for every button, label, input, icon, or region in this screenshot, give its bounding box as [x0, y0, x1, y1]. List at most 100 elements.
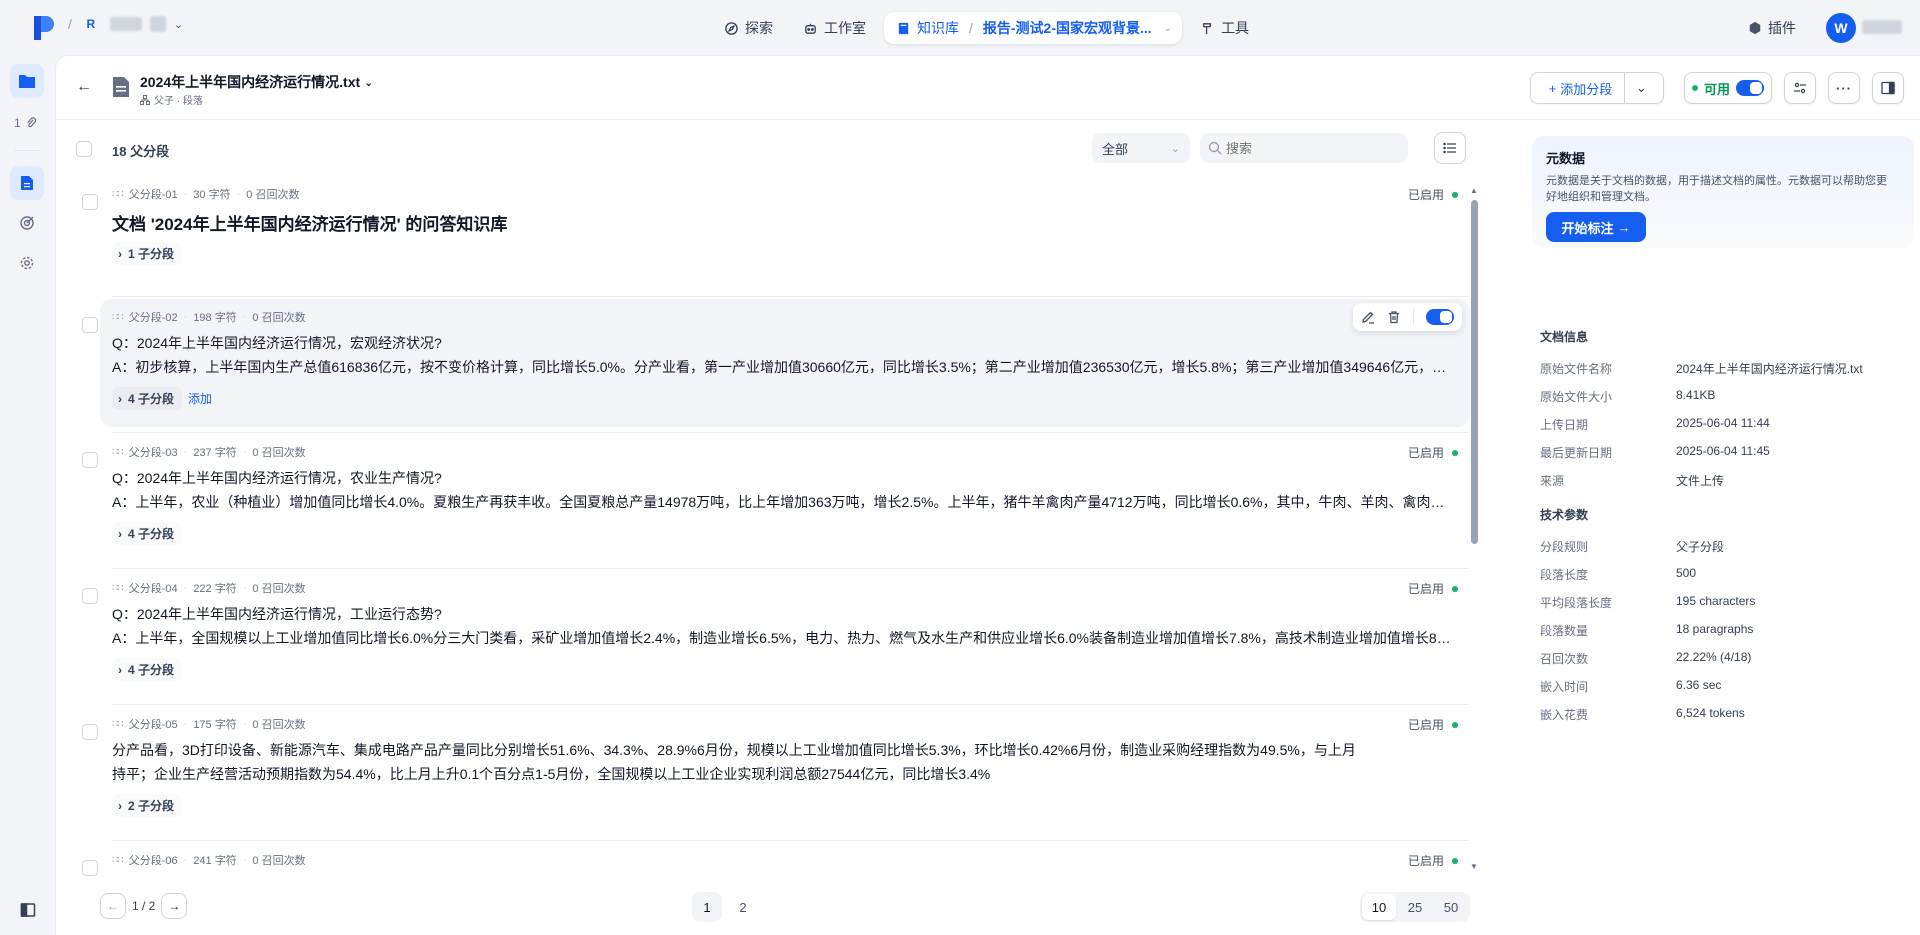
trash-icon[interactable]: [1387, 310, 1401, 324]
current-dataset[interactable]: 报告-测试2-国家宏观背景...: [983, 18, 1152, 38]
settings-button[interactable]: [1784, 72, 1816, 104]
edit-icon[interactable]: [1361, 310, 1375, 324]
avatar[interactable]: W: [1826, 13, 1856, 43]
page-size-25[interactable]: 25: [1398, 894, 1432, 920]
chevron-down-icon[interactable]: ⌄: [1164, 23, 1172, 34]
grip-icon: ∷∷: [112, 446, 124, 458]
segment-content: 持平；企业生产经营活动预期指数为54.4%，比上月上升0.1个百分点1-5月份，…: [112, 766, 991, 782]
rail-folder-button[interactable]: [10, 64, 44, 98]
tech-param-row: 段落数量 18 paragraphs: [1540, 622, 1754, 638]
segment-meta: ∷∷ 父分段-04 · 222 字符 · 0 召回次数: [112, 582, 306, 595]
chevron-down-icon: ⌄: [1170, 142, 1180, 155]
rail-divider: [14, 150, 40, 151]
segment-checkbox[interactable]: [82, 588, 98, 604]
select-all-checkbox[interactable]: [76, 141, 92, 157]
workspace-name-redacted: [109, 17, 142, 31]
list-item[interactable]: ∷∷ 父分段-05 · 175 字符 · 0 召回次数 已启用 分产品看，3D打印设…: [82, 706, 1470, 836]
scrollbar[interactable]: ▲ ▼: [1470, 186, 1478, 876]
page-1[interactable]: 1: [692, 892, 722, 922]
rail-documents-button[interactable]: [10, 166, 44, 200]
document-header: ← 2024年上半年国内经济运行情况.txt ⌄ 父子 · 段落 + 添加分段 ⌄…: [56, 56, 1920, 120]
status-filter-select[interactable]: 全部 ⌄: [1092, 133, 1190, 163]
rail-settings-button[interactable]: [10, 246, 44, 280]
grip-icon: ∷∷: [112, 188, 124, 200]
grip-icon: ∷∷: [112, 854, 124, 866]
scroll-up-icon[interactable]: ▲: [1470, 186, 1478, 195]
document-title[interactable]: 2024年上半年国内经济运行情况.txt ⌄: [140, 72, 373, 92]
back-arrow-icon[interactable]: ←: [76, 78, 92, 96]
segment-checkbox[interactable]: [82, 194, 98, 210]
compass-icon: [725, 21, 738, 35]
page-2[interactable]: 2: [728, 892, 758, 922]
tech-param-row: 嵌入花费 6,524 tokens: [1540, 706, 1745, 722]
doc-info-row: 原始文件大小 8.41KB: [1540, 388, 1716, 404]
status-badge: 已启用: [1408, 444, 1458, 461]
more-dots-icon: ···: [1836, 80, 1852, 96]
next-page-button[interactable]: →: [161, 893, 188, 919]
robot-icon: [805, 23, 816, 34]
gear-icon: [20, 256, 34, 270]
segment-list: ∷∷ 父分段-01 · 30 字符 · 0 召回次数 已启用 文档 '2024年上半…: [56, 176, 1480, 886]
segment-list-header: 18 父分段 全部 ⌄: [56, 120, 1480, 176]
start-labeling-button[interactable]: 开始标注 →: [1546, 212, 1646, 242]
chevron-right-icon: ›: [118, 662, 122, 677]
nav-tools[interactable]: 工具: [1188, 12, 1261, 44]
enable-switch[interactable]: [1736, 80, 1764, 96]
scroll-down-icon[interactable]: ▼: [1470, 862, 1478, 871]
plus-icon: +: [1548, 80, 1557, 96]
chevron-down-icon[interactable]: ⌄: [1625, 80, 1657, 96]
segment-enable-switch[interactable]: [1426, 309, 1454, 325]
prev-page-button[interactable]: ←: [100, 893, 126, 919]
plugin-button[interactable]: 插件: [1748, 18, 1796, 38]
list-item[interactable]: ∷∷ 父分段-02 · 198 字符 · 0 召回次数 Q：2024年上半年国内经济…: [82, 299, 1470, 427]
list-item[interactable]: ∷∷ 父分段-03 · 237 字符 · 0 召回次数 已启用 Q：2024年上半年…: [82, 434, 1470, 564]
segment-checkbox[interactable]: [82, 317, 98, 333]
page-size-10[interactable]: 10: [1362, 894, 1396, 920]
segment-question: Q：2024年上半年国内经济运行情况，农业生产情况?: [112, 470, 442, 486]
nav-studio[interactable]: 工作室: [791, 12, 878, 44]
child-segments-toggle[interactable]: › 2 子分段: [112, 794, 183, 817]
nav-explore[interactable]: 探索: [712, 12, 785, 44]
more-button[interactable]: ···: [1828, 72, 1860, 104]
toggle-panel-button[interactable]: [1872, 72, 1904, 104]
workspace-switcher[interactable]: / R ⌄: [68, 16, 183, 32]
segment-count: 18 父分段: [112, 144, 170, 159]
list-item[interactable]: ∷∷ 父分段-06 · 241 字符 · 0 召回次数 已启用: [82, 842, 1470, 886]
page-indicator[interactable]: 1 / 2: [132, 899, 155, 913]
attachment-count[interactable]: 1: [14, 116, 37, 130]
search-box[interactable]: [1200, 133, 1408, 163]
toggle-sidebar-icon[interactable]: [20, 902, 36, 918]
status-badge: 已启用: [1408, 186, 1458, 203]
nav-knowledge[interactable]: 知识库 / 报告-测试2-国家宏观背景... ⌄: [884, 12, 1183, 44]
top-bar: / R ⌄ 探索 工作室 知识库 / 报告-测试2-国家宏观背景... ⌄ 工具…: [0, 0, 1920, 56]
tech-param-row: 段落长度 500: [1540, 566, 1697, 582]
scroll-thumb[interactable]: [1471, 200, 1478, 544]
add-child-segment-link[interactable]: 添加: [188, 390, 212, 407]
add-segment-button[interactable]: + 添加分段 ⌄: [1530, 72, 1664, 104]
list-item[interactable]: ∷∷ 父分段-04 · 222 字符 · 0 召回次数 已启用 Q：2024年上半年…: [82, 570, 1470, 700]
grip-icon: ∷∷: [112, 311, 124, 323]
search-input[interactable]: [1226, 140, 1396, 156]
segment-checkbox[interactable]: [82, 724, 98, 740]
segment-question: Q：2024年上半年国内经济运行情况，宏观经济状况?: [112, 335, 442, 351]
segment-checkbox[interactable]: [82, 860, 98, 876]
child-segments-toggle[interactable]: › 4 子分段: [112, 658, 183, 681]
doc-info-row: 来源 文件上传: [1540, 474, 1725, 488]
segment-checkbox[interactable]: [82, 452, 98, 468]
rail-recall-test-button[interactable]: [10, 206, 44, 240]
grip-icon: ∷∷: [112, 718, 124, 730]
workspace-initial: R: [86, 17, 96, 31]
app-logo-icon[interactable]: [34, 16, 54, 40]
chunk-mode: 父子 · 段落: [140, 92, 203, 107]
page-size-50[interactable]: 50: [1434, 894, 1468, 920]
list-item[interactable]: ∷∷ 父分段-01 · 30 字符 · 0 召回次数 已启用 文档 '2024年上半…: [82, 176, 1470, 296]
child-segments-toggle[interactable]: › 4 子分段: [112, 522, 183, 545]
pagination: ← 1 / 2 → 1 2 10 25 50: [100, 892, 1470, 922]
doc-info-row: 上传日期 2025-06-04 11:44: [1540, 416, 1770, 432]
collapse-all-button[interactable]: [1434, 132, 1466, 164]
child-segments-toggle[interactable]: › 1 子分段: [112, 242, 183, 265]
chevron-down-icon: ⌄: [364, 76, 374, 89]
segment-meta: ∷∷ 父分段-01 · 30 字符 · 0 召回次数: [112, 188, 300, 201]
document-status-toggle[interactable]: 可用: [1684, 72, 1772, 104]
chevron-right-icon: ›: [118, 526, 122, 541]
